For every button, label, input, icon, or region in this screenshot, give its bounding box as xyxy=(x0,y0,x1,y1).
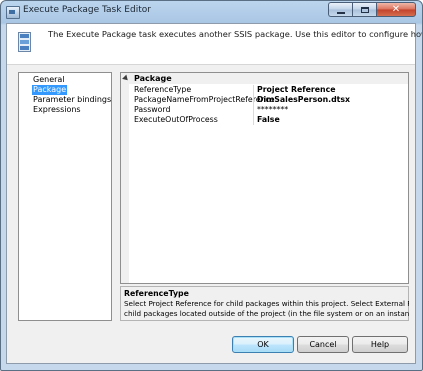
nav-item-package[interactable]: Package xyxy=(32,85,68,95)
collapse-arrow-icon[interactable] xyxy=(122,74,130,83)
property-value[interactable]: DimSalesPerson.dtsx xyxy=(257,95,350,105)
window-controls: ✕ xyxy=(328,2,416,17)
property-name: ReferenceType xyxy=(134,85,192,94)
dialog-window: Execute Package Task Editor ✕ The Execut… xyxy=(0,0,423,371)
help-button[interactable]: Help xyxy=(352,336,408,353)
category-label: Package xyxy=(134,74,172,83)
close-icon: ✕ xyxy=(391,3,401,15)
title-bar[interactable]: Execute Package Task Editor ✕ xyxy=(1,1,422,23)
property-row-executeoutofprocess[interactable]: ExecuteOutOfProcess False xyxy=(129,115,408,125)
column-divider xyxy=(253,105,254,115)
property-row-packagename[interactable]: PackageNameFromProjectReference DimSales… xyxy=(129,95,408,105)
grid-gutter xyxy=(121,73,129,283)
property-value[interactable]: False xyxy=(257,115,280,125)
property-row-referencetype[interactable]: ReferenceType Project Reference xyxy=(129,85,408,95)
column-divider xyxy=(253,85,254,95)
column-divider xyxy=(253,95,254,105)
description-body: Select Project Reference for child packa… xyxy=(124,299,409,318)
maximize-button[interactable] xyxy=(352,2,376,17)
package-icon xyxy=(18,32,31,52)
description-panel: ReferenceType Select Project Reference f… xyxy=(120,286,409,321)
property-name: ExecuteOutOfProcess xyxy=(134,115,218,124)
app-icon xyxy=(6,6,20,19)
nav-item-expressions[interactable]: Expressions xyxy=(32,105,82,115)
nav-item-general[interactable]: General xyxy=(32,75,66,85)
ok-button[interactable]: OK xyxy=(232,336,294,353)
nav-item-parameter-bindings[interactable]: Parameter bindings xyxy=(32,95,112,105)
property-value[interactable]: Project Reference xyxy=(257,85,336,95)
property-value[interactable]: ******** xyxy=(257,105,288,115)
header-description: The Execute Package task executes anothe… xyxy=(48,29,422,39)
dialog-client-area: The Execute Package task executes anothe… xyxy=(6,23,422,364)
minimize-icon xyxy=(336,11,345,14)
category-row[interactable]: Package xyxy=(121,73,408,84)
maximize-icon xyxy=(360,6,369,13)
close-button[interactable]: ✕ xyxy=(376,2,416,17)
cancel-button[interactable]: Cancel xyxy=(297,336,349,353)
property-grid: Package ReferenceType Project Reference … xyxy=(120,72,409,284)
property-row-password[interactable]: Password ******** xyxy=(129,105,408,115)
dialog-header: The Execute Package task executes anothe… xyxy=(7,24,422,65)
description-title: ReferenceType xyxy=(124,289,189,298)
property-name: Password xyxy=(134,105,171,114)
window-title: Execute Package Task Editor xyxy=(23,5,151,15)
minimize-button[interactable] xyxy=(328,2,352,17)
page-list: General Package Parameter bindings Expre… xyxy=(18,72,112,321)
column-divider xyxy=(253,115,254,125)
